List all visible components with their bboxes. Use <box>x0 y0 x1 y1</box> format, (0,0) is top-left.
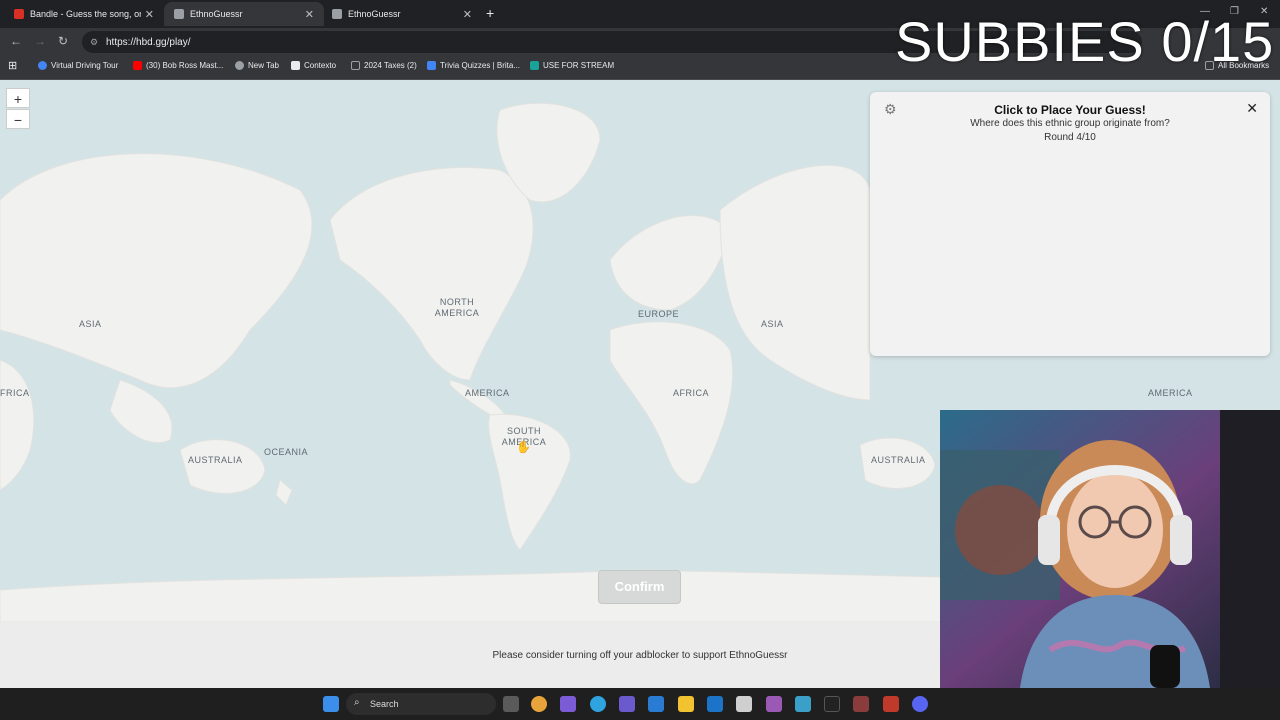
apps-grid-icon[interactable]: ⊞ <box>8 59 17 72</box>
bookmark-label: 2024 Taxes (2) <box>364 61 417 70</box>
search-icon: ⌕ <box>354 697 360 708</box>
store-icon[interactable] <box>736 696 752 712</box>
guess-panel: ⚙ Click to Place Your Guess! Where does … <box>870 92 1270 356</box>
panel-question: Where does this ethnic group originate f… <box>970 118 1170 129</box>
bookmark-bob-ross[interactable]: (30) Bob Ross Mast... <box>133 61 223 70</box>
tab-title: EthnoGuessr <box>348 9 401 19</box>
map-label-asia: ASIA <box>761 319 784 329</box>
bookmark-label: Virtual Driving Tour <box>51 61 119 70</box>
forward-icon[interactable]: → <box>34 34 46 48</box>
bookmark-label: USE FOR STREAM <box>543 61 615 70</box>
bookmark-trivia-quizzes[interactable]: Trivia Quizzes | Brita... <box>427 61 520 70</box>
taskbar-search[interactable]: ⌕ Search <box>346 693 496 715</box>
map-label-australia: AUSTRALIA <box>188 455 243 465</box>
app-icon[interactable] <box>560 696 576 712</box>
map-label-europe: EUROPE <box>638 309 680 319</box>
site-info-icon[interactable]: ⚙ <box>90 37 100 47</box>
youtube-icon <box>133 61 142 70</box>
mail-icon[interactable] <box>707 696 723 712</box>
tab-close-icon[interactable]: ✕ <box>305 8 314 21</box>
reload-icon[interactable]: ↻ <box>58 34 68 48</box>
file-explorer-icon[interactable] <box>678 696 694 712</box>
tab-bandle[interactable]: Bandle - Guess the song, one in ✕ <box>4 2 164 26</box>
map-label-asia: ASIA <box>79 319 102 329</box>
trivia-icon <box>427 61 436 70</box>
map-label-oceania: OCEANIA <box>264 447 309 457</box>
tab-title: EthnoGuessr <box>190 9 243 19</box>
zoom-out-button[interactable]: − <box>6 109 30 129</box>
bookmark-use-for-stream[interactable]: USE FOR STREAM <box>530 61 614 70</box>
tab-close-icon[interactable]: ✕ <box>145 8 154 21</box>
url-text: https://hbd.gg/play/ <box>106 36 191 48</box>
app-icon[interactable] <box>795 696 811 712</box>
windows-taskbar: ⌕ Search <box>0 688 1280 720</box>
map-label-north-america: NORTH AMERICA <box>434 297 480 318</box>
tab-title: Bandle - Guess the song, one in <box>30 9 141 19</box>
map-label-america: AMERICA <box>465 388 510 398</box>
hand-cursor-icon: ✋ <box>516 440 531 454</box>
task-view-icon[interactable] <box>503 696 519 712</box>
new-tab-button[interactable]: + <box>486 5 494 21</box>
screen: Bandle - Guess the song, one in ✕ EthnoG… <box>0 0 1280 720</box>
close-icon[interactable]: ✕ <box>1246 100 1258 117</box>
app-icon[interactable] <box>766 696 782 712</box>
edge-icon[interactable] <box>590 696 606 712</box>
bookmark-virtual-driving-tour[interactable]: Virtual Driving Tour <box>38 61 118 70</box>
stream-icon <box>530 61 539 70</box>
tab-close-icon[interactable]: ✕ <box>463 8 472 21</box>
search-label: Search <box>370 699 399 709</box>
chrome-icon[interactable] <box>531 696 547 712</box>
map-label-australia: AUSTRALIA <box>871 455 926 465</box>
bookmark-label: Contexto <box>304 61 337 70</box>
subbies-counter-overlay: SUBBIES 0/15 <box>895 10 1275 73</box>
round-counter: Round 4/10 <box>1044 132 1096 143</box>
contexto-icon <box>291 61 300 70</box>
tab-ethnoguessr[interactable]: EthnoGuessr ✕ <box>322 2 482 26</box>
bookmark-label: Trivia Quizzes | Brita... <box>440 61 521 70</box>
bookmark-folder-taxes[interactable]: 2024 Taxes (2) <box>351 61 417 70</box>
app-icon[interactable] <box>853 696 869 712</box>
discord-icon[interactable] <box>912 696 928 712</box>
confirm-button[interactable]: Confirm <box>598 570 681 604</box>
folder-icon <box>351 61 360 70</box>
map-label-africa: FRICA <box>0 388 30 398</box>
map-label-america: AMERICA <box>1148 388 1193 398</box>
bookmark-new-tab[interactable]: New Tab <box>235 61 279 70</box>
streamer-webcam-image <box>940 410 1280 688</box>
zoom-in-button[interactable]: + <box>6 88 30 108</box>
panel-title: Click to Place Your Guess! <box>994 103 1146 117</box>
windows-start-icon[interactable] <box>323 696 339 712</box>
bandle-favicon-icon <box>14 9 24 19</box>
webcam-overlay <box>940 410 1280 688</box>
photos-icon[interactable] <box>648 696 664 712</box>
map-label-africa: AFRICA <box>673 388 710 398</box>
ethnoguessr-favicon-icon <box>174 9 184 19</box>
bookmark-contexto[interactable]: Contexto <box>291 61 336 70</box>
teams-icon[interactable] <box>619 696 635 712</box>
app-icon[interactable] <box>883 696 899 712</box>
app-icon[interactable] <box>824 696 840 712</box>
bookmark-label: (30) Bob Ross Mast... <box>146 61 224 70</box>
globe-icon <box>38 61 47 70</box>
ethnoguessr-favicon-icon <box>332 9 342 19</box>
back-icon[interactable]: ← <box>10 34 22 48</box>
tab-ethnoguessr-active[interactable]: EthnoGuessr ✕ <box>164 2 324 26</box>
globe-icon <box>235 61 244 70</box>
bookmark-label: New Tab <box>248 61 279 70</box>
